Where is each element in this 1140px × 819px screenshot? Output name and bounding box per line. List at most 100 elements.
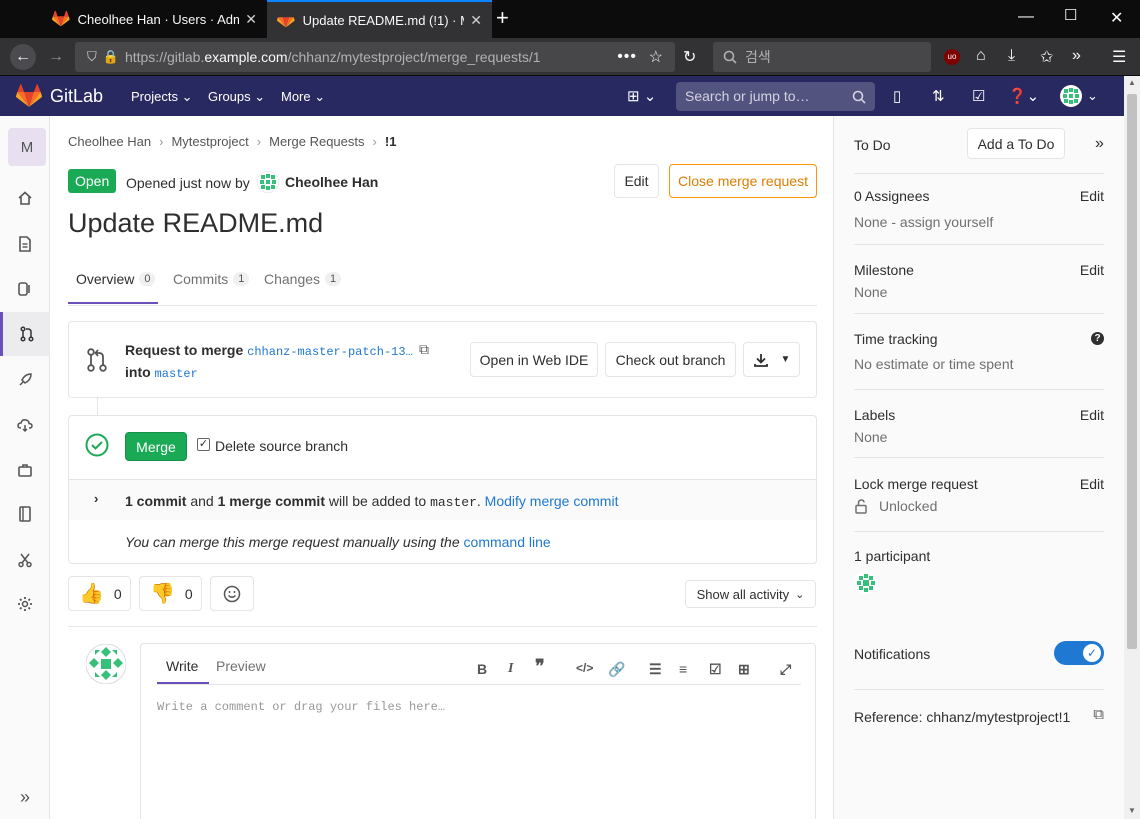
command-line-link[interactable]: command line — [464, 534, 551, 550]
home-icon[interactable]: ⌂ — [976, 47, 986, 65]
nav-projects[interactable]: Projects ⌄ — [131, 89, 192, 105]
merge-requests-icon[interactable] — [0, 312, 50, 356]
caret-down-icon: ▼ — [780, 354, 791, 365]
expand-chevron-icon[interactable]: › — [94, 491, 98, 506]
window-close-icon[interactable]: ✕ — [1110, 8, 1123, 28]
home-icon[interactable] — [0, 184, 50, 212]
issues-header-icon[interactable]: ▯ — [893, 87, 901, 105]
breadcrumb-project[interactable]: Mytestproject — [171, 134, 248, 149]
forward-icon[interactable]: → — [43, 44, 69, 70]
hamburger-menu-icon[interactable]: ☰ — [1112, 47, 1126, 67]
gitlab-logo[interactable]: GitLab — [16, 84, 103, 108]
breadcrumb-merge-requests[interactable]: Merge Requests — [269, 134, 364, 149]
packages-icon[interactable] — [0, 456, 50, 484]
download-icon[interactable]: ⤓ — [1008, 47, 1015, 65]
assignees-edit-link[interactable]: Edit — [1080, 188, 1104, 204]
gitlab-search-input[interactable]: Search or jump to… — [676, 82, 875, 111]
breadcrumb-user[interactable]: Cheolhee Han — [68, 134, 151, 149]
code-icon[interactable]: </> — [576, 661, 593, 675]
collapse-sidebar-icon[interactable]: » — [1095, 135, 1104, 153]
scroll-down-icon[interactable]: ▼ — [1128, 806, 1136, 815]
link-icon[interactable]: 🔗 — [608, 661, 625, 678]
collapse-sidebar-icon[interactable]: » — [0, 783, 50, 811]
open-web-ide-button[interactable]: Open in Web IDE — [470, 342, 598, 377]
minimize-icon[interactable]: — — [1018, 8, 1034, 26]
help-icon[interactable]: ? — [1091, 332, 1104, 345]
modify-merge-commit-link[interactable]: Modify merge commit — [485, 493, 619, 509]
breadcrumb-current[interactable]: !1 — [385, 134, 397, 149]
author-name[interactable]: Cheolhee Han — [285, 174, 378, 190]
lock-edit-link[interactable]: Edit — [1080, 476, 1104, 492]
tab-changes[interactable]: Changes 1 — [264, 271, 342, 287]
browser-search-input[interactable]: 검색 — [713, 42, 931, 72]
repository-icon[interactable] — [0, 230, 50, 258]
page-scrollbar[interactable]: ▲ ▼ — [1124, 76, 1140, 819]
scroll-up-icon[interactable]: ▲ — [1128, 78, 1136, 87]
maximize-icon[interactable]: ☐ — [1064, 6, 1077, 24]
add-todo-button[interactable]: Add a To Do — [967, 128, 1065, 159]
merge-button[interactable]: Merge — [125, 432, 187, 461]
close-merge-request-button[interactable]: Close merge request — [669, 164, 817, 198]
reload-icon[interactable]: ↻ — [683, 47, 696, 67]
tab-overview[interactable]: Overview 0 — [76, 271, 156, 287]
check-out-branch-button[interactable]: Check out branch — [605, 342, 736, 377]
table-icon[interactable]: ⊞ — [738, 661, 750, 678]
author-avatar[interactable] — [257, 171, 279, 193]
nav-more[interactable]: More ⌄ — [281, 89, 325, 105]
source-branch[interactable]: chhanz-master-patch-13… — [247, 345, 413, 359]
bold-icon[interactable]: B — [477, 661, 487, 677]
download-dropdown-button[interactable]: ▼ — [743, 342, 800, 377]
labels-edit-link[interactable]: Edit — [1080, 407, 1104, 423]
delete-source-branch-checkbox[interactable]: ✓ — [197, 438, 210, 451]
help-icon[interactable]: ❓⌄ — [1008, 87, 1039, 105]
thumbs-down-button[interactable]: 👎 0 — [139, 576, 202, 611]
copy-reference-icon[interactable]: ⧉ — [1093, 706, 1104, 723]
ublock-icon[interactable]: uo — [944, 49, 960, 65]
url-bar[interactable]: ⛉ 🔒 https://gitlab.example.com/chhanz/my… — [75, 42, 675, 72]
fullscreen-icon[interactable]: ⤢ — [780, 661, 791, 678]
snippets-scissors-icon[interactable] — [0, 546, 50, 574]
wiki-icon[interactable] — [0, 500, 50, 528]
overflow-menu-icon[interactable]: » — [1072, 47, 1081, 65]
copy-branch-icon[interactable]: ⧉ — [419, 341, 429, 358]
page-actions-icon[interactable]: ••• — [617, 48, 637, 66]
browser-tab-merge-request[interactable]: Update README.md (!1) · Merge ✕ — [267, 0, 492, 38]
target-branch[interactable]: master — [155, 367, 198, 381]
scrollbar-thumb[interactable] — [1127, 94, 1137, 649]
write-tab[interactable]: Write — [166, 658, 198, 674]
settings-gear-icon[interactable] — [0, 590, 50, 618]
new-tab-icon[interactable]: + — [496, 7, 509, 29]
numbered-list-icon[interactable]: ≡ — [679, 661, 687, 677]
show-all-activity-dropdown[interactable]: Show all activity ⌄ — [685, 580, 816, 608]
operations-icon[interactable] — [0, 411, 50, 439]
current-user-avatar[interactable] — [86, 644, 126, 684]
close-tab-icon[interactable]: ✕ — [245, 11, 257, 28]
issues-icon[interactable] — [0, 275, 50, 303]
tab-commits[interactable]: Commits 1 — [173, 271, 250, 287]
browser-tab-users[interactable]: Cheolhee Han · Users · Admin ✕ — [42, 0, 267, 38]
close-tab-icon[interactable]: ✕ — [470, 12, 482, 29]
nav-groups[interactable]: Groups ⌄ — [208, 89, 265, 105]
merge-requests-header-icon[interactable]: ⇅ — [932, 87, 945, 105]
edit-button[interactable]: Edit — [614, 164, 659, 198]
participant-avatar[interactable] — [855, 572, 877, 594]
task-list-icon[interactable]: ☑ — [709, 661, 722, 678]
back-icon[interactable]: ← — [10, 44, 36, 70]
bullet-list-icon[interactable]: ☰ — [649, 661, 662, 678]
thumbs-up-button[interactable]: 👍 0 — [68, 576, 131, 611]
project-avatar[interactable]: M — [8, 128, 46, 166]
assign-yourself-link[interactable]: assign yourself — [900, 214, 993, 230]
bookmark-star-icon[interactable]: ☆ — [649, 47, 663, 67]
user-avatar-menu[interactable]: ⌄ — [1060, 85, 1098, 107]
comment-textarea[interactable]: Write a comment or drag your files here… — [157, 700, 445, 714]
todos-header-icon[interactable]: ☑ — [972, 87, 985, 105]
quote-icon[interactable]: ❞ — [535, 656, 545, 677]
milestone-edit-link[interactable]: Edit — [1080, 262, 1104, 278]
italic-icon[interactable]: I — [508, 661, 513, 677]
add-reaction-button[interactable] — [210, 576, 254, 611]
library-icon[interactable]: ✩ — [1040, 47, 1053, 67]
preview-tab[interactable]: Preview — [216, 658, 266, 674]
ci-cd-rocket-icon[interactable] — [0, 366, 50, 394]
new-item-icon[interactable]: ⊞ ⌄ — [627, 87, 656, 105]
notifications-toggle[interactable]: ✓ — [1054, 641, 1104, 665]
